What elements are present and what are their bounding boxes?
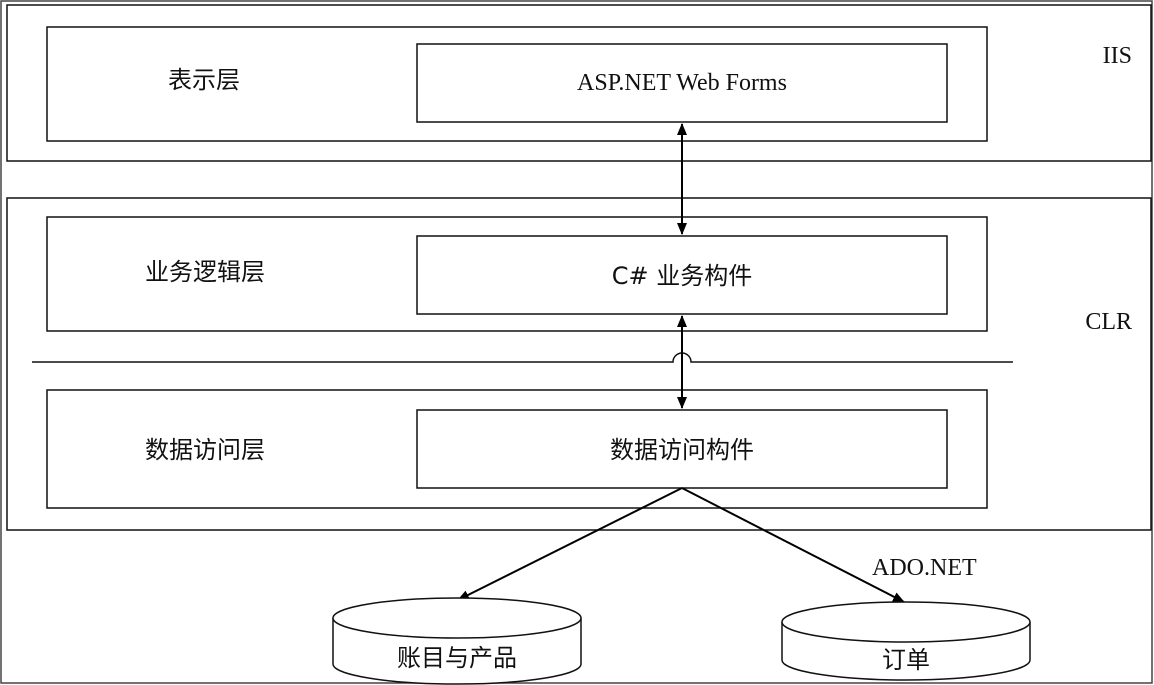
architecture-diagram: IIS CLR 表示层 ASP.NET Web Forms 业务逻辑层 C# 业… <box>0 0 1154 685</box>
data-access-component-label: 数据访问构件 <box>610 436 754 464</box>
clr-label: CLR <box>1085 309 1132 335</box>
data-access-layer-label: 数据访问层 <box>145 436 265 464</box>
business-layer-label: 业务逻辑层 <box>145 258 265 286</box>
arrow-to-orders-db <box>681 487 905 603</box>
diagram-canvas <box>0 0 1153 685</box>
orders-db-label: 订单 <box>882 646 930 674</box>
aspnet-component-label: ASP.NET Web Forms <box>577 70 787 96</box>
presentation-layer-label: 表示层 <box>168 66 240 94</box>
csharp-component-label: C# 业务构件 <box>611 262 753 290</box>
clr-container <box>6 197 1152 531</box>
arrow-to-accounts-db <box>457 487 683 601</box>
layer-separator-line <box>32 352 1013 363</box>
outer-frame <box>0 0 1153 684</box>
iis-label: IIS <box>1102 43 1132 69</box>
accounts-products-db-label: 账目与产品 <box>397 644 517 672</box>
ado-net-label: ADO.NET <box>872 555 977 581</box>
